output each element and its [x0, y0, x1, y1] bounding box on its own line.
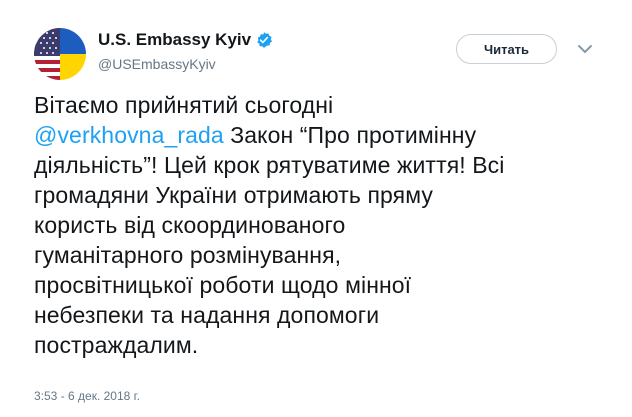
mention-link[interactable]: @verkhovna_rada: [34, 122, 224, 148]
verified-badge-icon: [255, 31, 273, 49]
tweet-line: гуманітарного розмінування,: [34, 242, 342, 268]
tweet-line: діяльність”! Цей крок рятуватиме життя! …: [34, 152, 505, 178]
author-name-row: U.S. Embassy Kyiv: [98, 30, 273, 50]
tweet-line: @verkhovna_rada Закон “Про протимінну: [34, 120, 614, 150]
chevron-down-icon[interactable]: [577, 42, 593, 56]
tweet-line: громадяни України отримають пряму: [34, 182, 433, 208]
author-display-name[interactable]: U.S. Embassy Kyiv: [98, 30, 251, 50]
follow-button[interactable]: Читать: [456, 34, 557, 64]
tweet-line: Вітаємо прийнятий сьогодні: [34, 92, 334, 118]
tweet-text: Вітаємо прийнятий сьогодні @verkhovna_ra…: [34, 90, 614, 360]
tweet-line: постраждалим.: [34, 332, 199, 358]
author-handle[interactable]: @USEmbassyKyiv: [98, 55, 216, 73]
tweet-card: U.S. Embassy Kyiv @USEmbassyKyiv Читать …: [0, 0, 632, 417]
tweet-line: користь від скоординованого: [34, 212, 346, 238]
us-ukraine-flag-avatar-icon: [34, 28, 86, 80]
tweet-line: небезпеки та надання допомоги: [34, 302, 380, 328]
tweet-timestamp[interactable]: 3:53 - 6 дек. 2018 г.: [34, 389, 140, 403]
avatar[interactable]: [34, 28, 86, 80]
tweet-line-text: Закон “Про протимінну: [223, 122, 477, 148]
tweet-line: просвітницької роботи щодо мінної: [34, 272, 412, 298]
